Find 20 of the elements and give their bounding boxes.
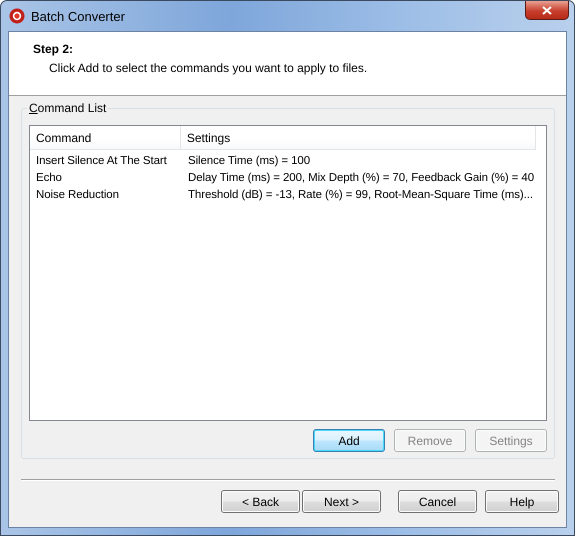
column-header[interactable]: Command	[30, 126, 181, 149]
group-label: Command List	[27, 101, 108, 115]
instruction-text: Click Add to select the commands you want to apply to files.	[48, 61, 368, 75]
command-button[interactable]: Help	[485, 490, 559, 513]
settings-cell-text: Delay Time (ms) = 200, Mix Depth (%) = 70, Feedback Gain (%) = 40	[187, 172, 535, 184]
command-cell-text: Echo	[35, 172, 63, 184]
settings-cell-text: Silence Time (ms) = 100	[187, 154, 312, 166]
command-button[interactable]: Next >	[302, 490, 381, 513]
window-title: Batch Converter	[31, 8, 125, 24]
settings-cell-text: Threshold (dB) = -13, Rate (%) = 99, Root-Mean-Square Time (ms)...	[187, 188, 534, 200]
command-cell-text: Insert Silence At The Start	[35, 154, 168, 166]
step-title: Step 2:	[33, 42, 74, 56]
command-button[interactable]: < Back	[221, 490, 300, 513]
command-button[interactable]: Cancel	[398, 490, 477, 513]
command-button[interactable]: Add	[313, 429, 385, 452]
close-button[interactable]	[525, 1, 569, 20]
command-cell-text: Noise Reduction	[35, 188, 120, 200]
column-header[interactable]: Settings	[180, 126, 536, 149]
app-icon	[9, 8, 25, 24]
close-icon	[542, 6, 552, 14]
